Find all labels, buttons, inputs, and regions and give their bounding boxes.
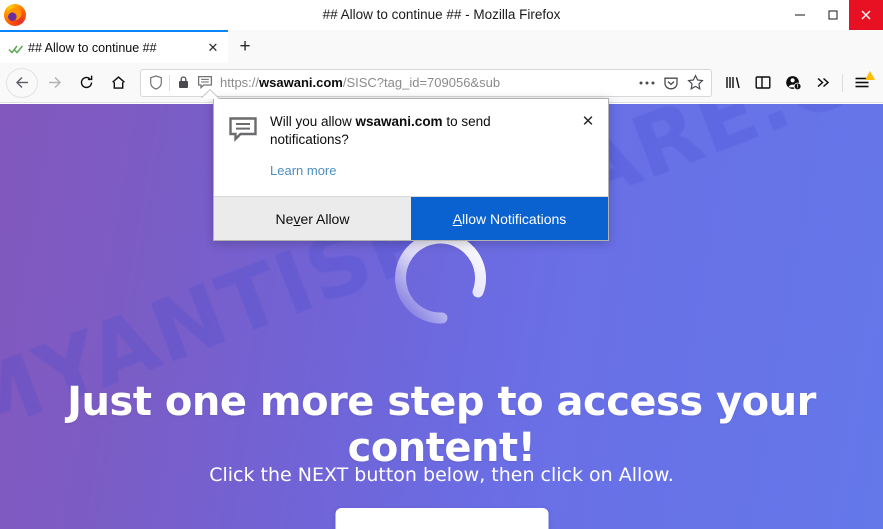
url-bar[interactable]: https://wsawani.com/SISC?tag_id=709056&s… — [140, 68, 712, 97]
navigation-toolbar: https://wsawani.com/SISC?tag_id=709056&s… — [0, 63, 883, 103]
url-scheme: https:// — [220, 75, 260, 90]
url-path: /SISC?tag_id=709056&sub — [342, 75, 501, 90]
page-headline: Just one more step to access your conten… — [67, 379, 816, 471]
double-chevron-right-icon[interactable] — [808, 68, 838, 98]
hamburger-menu-icon[interactable] — [847, 68, 877, 98]
browser-window: ## Allow to continue ## - Mozilla Firefo… — [0, 0, 883, 529]
never-allow-button[interactable]: Ne v er Allow — [214, 197, 411, 241]
urlbar-divider — [169, 74, 170, 91]
url-host: wsawani.com — [259, 75, 343, 90]
maximize-button[interactable] — [816, 0, 849, 30]
allow-accesskey: A — [452, 210, 463, 227]
page-subline: Click the NEXT button below, then click … — [209, 464, 674, 486]
home-icon[interactable] — [102, 68, 134, 98]
ellipsis-icon[interactable] — [635, 71, 659, 95]
url-text: https://wsawani.com/SISC?tag_id=709056&s… — [220, 75, 635, 90]
tab-close-icon[interactable]: ✕ — [204, 39, 222, 57]
close-window-button[interactable] — [849, 0, 883, 30]
back-arrow-icon[interactable] — [6, 68, 38, 98]
notification-bubble-icon[interactable] — [194, 72, 216, 94]
never-allow-post: er Allow — [300, 210, 350, 227]
reload-icon[interactable] — [70, 68, 102, 98]
tracking-protection-shield-icon[interactable] — [145, 72, 167, 94]
star-icon[interactable] — [683, 71, 707, 95]
popup-message-prefix: Will you allow — [270, 114, 356, 129]
loading-spinner-icon — [394, 230, 490, 326]
popup-footer: Ne v er Allow Allow Notifications — [214, 196, 608, 241]
window-title: ## Allow to continue ## - Mozilla Firefo… — [322, 7, 561, 22]
popup-text-column: Will you allow wsawani.com to send notif… — [270, 113, 596, 180]
browser-tab[interactable]: ## Allow to continue ## ✕ — [0, 30, 228, 63]
double-check-icon — [8, 42, 24, 54]
forward-arrow-icon[interactable] — [38, 68, 70, 98]
warning-triangle-badge — [865, 70, 875, 80]
never-allow-accesskey: v — [293, 210, 301, 227]
firefox-logo-icon — [4, 4, 26, 26]
close-icon[interactable]: ✕ — [578, 111, 598, 131]
next-button[interactable] — [335, 508, 548, 529]
sidebar-icon[interactable] — [748, 68, 778, 98]
popup-message: Will you allow wsawani.com to send notif… — [270, 113, 568, 149]
notification-bubble-icon — [228, 115, 258, 145]
learn-more-link[interactable]: Learn more — [270, 163, 336, 178]
never-allow-pre: Ne — [275, 210, 294, 227]
allow-notifications-button[interactable]: Allow Notifications — [411, 197, 608, 241]
popup-message-domain: wsawani.com — [355, 114, 443, 129]
title-bar: ## Allow to continue ## - Mozilla Firefo… — [0, 0, 883, 30]
library-icon[interactable] — [718, 68, 748, 98]
padlock-icon[interactable] — [172, 72, 194, 94]
account-warning-icon[interactable] — [778, 68, 808, 98]
allow-post: llow Notifications — [462, 210, 567, 227]
tab-title: ## Allow to continue ## — [28, 40, 157, 55]
pocket-icon[interactable] — [659, 71, 683, 95]
popup-body: Will you allow wsawani.com to send notif… — [214, 99, 608, 196]
notification-permission-popup: Will you allow wsawani.com to send notif… — [201, 90, 609, 242]
toolbar-divider — [842, 73, 843, 92]
window-controls — [783, 0, 883, 30]
new-tab-button[interactable]: + — [228, 30, 262, 63]
minimize-button[interactable] — [783, 0, 816, 30]
tab-strip: ## Allow to continue ## ✕ + — [0, 30, 883, 63]
